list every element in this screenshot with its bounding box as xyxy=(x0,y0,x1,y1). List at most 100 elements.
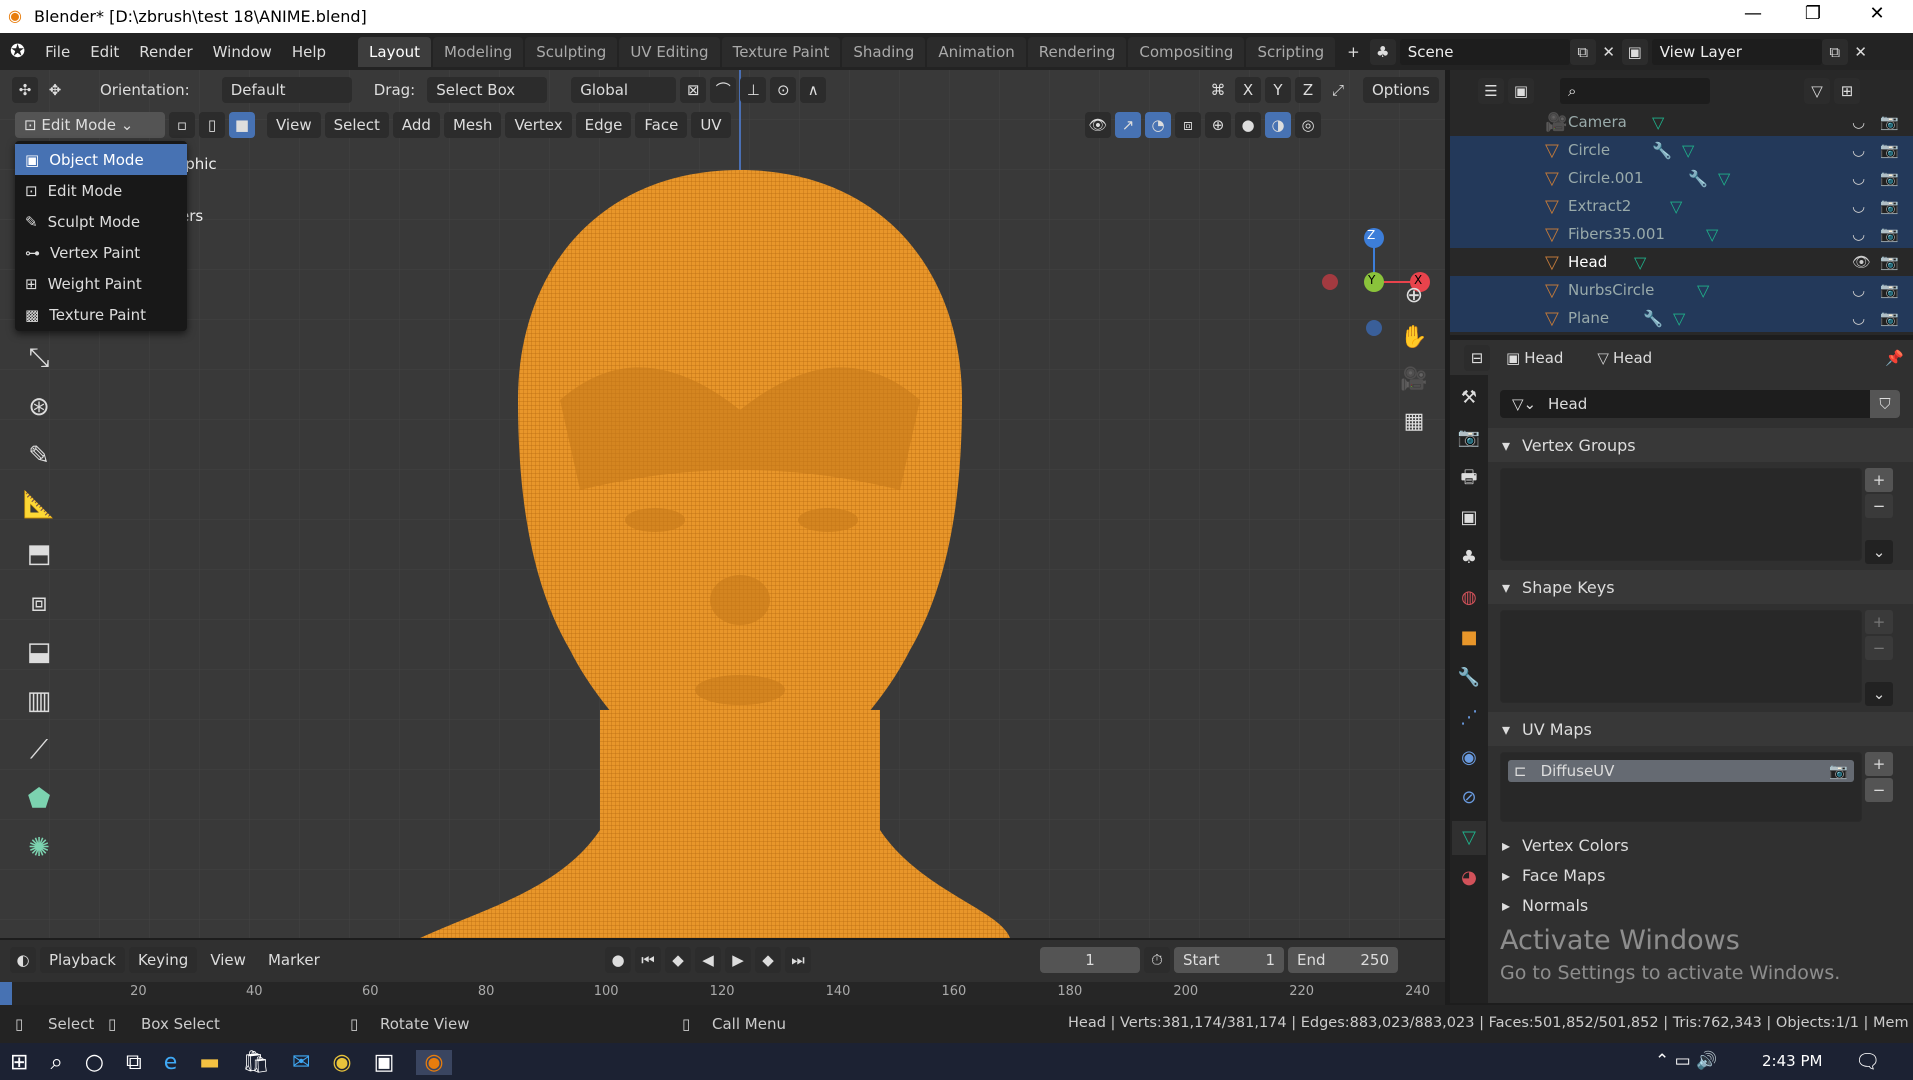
transform-orientation-dropdown[interactable]: Global xyxy=(571,76,677,103)
clock[interactable]: 2:43 PM xyxy=(1762,1052,1822,1070)
uv-map-item[interactable]: ⊏ DiffuseUV 📷 xyxy=(1508,760,1854,782)
ortho-grid-icon[interactable]: ▦ xyxy=(1397,401,1431,443)
hidden-eye-icon[interactable]: ◡ xyxy=(1852,309,1865,327)
auto-merge-icon[interactable]: ⤢ xyxy=(1325,77,1351,103)
world-tab-icon[interactable]: ◍ xyxy=(1452,581,1486,615)
task-view-icon[interactable]: ⧉ xyxy=(126,1050,142,1075)
outliner-row[interactable]: ▽ Circle 🔧 ▽ ◡ 📷 xyxy=(1450,136,1913,164)
3d-viewport[interactable]: Z Y X ⊕ ✋ 🎥 ▦ aphic ead ers xyxy=(0,70,1445,938)
tab-texture-paint[interactable]: Texture Paint xyxy=(721,36,841,67)
mesh-data-icon[interactable]: ▽ xyxy=(1706,225,1718,244)
gizmo-toggle-icon[interactable]: ↗ xyxy=(1115,112,1141,138)
mode-option-sculpt[interactable]: ✎ Sculpt Mode xyxy=(15,206,187,237)
mail-icon[interactable]: ✉ xyxy=(292,1050,310,1075)
render-camera-icon[interactable]: 📷 xyxy=(1880,281,1899,299)
edge-browser-icon[interactable]: e xyxy=(164,1050,178,1075)
prev-keyframe-icon[interactable]: ◆ xyxy=(665,947,691,973)
xray-icon[interactable]: ⧈ xyxy=(1175,112,1201,138)
tool-tab-icon[interactable]: ⚒ xyxy=(1452,381,1486,415)
edge-select-icon[interactable]: ▯ xyxy=(199,112,225,138)
mesh-data-icon[interactable]: ▽ xyxy=(1634,253,1646,272)
windows-start-icon[interactable]: ⊞ xyxy=(10,1050,28,1075)
render-camera-icon[interactable]: 📷 xyxy=(1880,113,1899,131)
add-vertex-group-button[interactable]: + xyxy=(1865,468,1893,492)
overlay-toggle-icon[interactable]: ◔ xyxy=(1145,112,1171,138)
new-view-layer-icon[interactable]: ⧉ xyxy=(1821,38,1848,65)
falloff-icon[interactable]: ∧ xyxy=(800,76,827,103)
wireframe-shading-icon[interactable]: ⊕ xyxy=(1205,112,1231,138)
knife-tool-icon[interactable]: ⟋ xyxy=(18,729,60,771)
menu-playback[interactable]: Playback xyxy=(40,947,125,973)
menu-face[interactable]: Face xyxy=(635,112,688,138)
menu-render[interactable]: Render xyxy=(129,43,202,61)
render-camera-icon[interactable]: 📷 xyxy=(1880,141,1899,159)
menu-marker[interactable]: Marker xyxy=(259,947,329,973)
tab-compositing[interactable]: Compositing xyxy=(1128,36,1245,67)
mirror-x-toggle[interactable]: X xyxy=(1235,76,1261,103)
record-icon[interactable]: ● xyxy=(605,947,631,973)
add-uv-map-button[interactable]: + xyxy=(1865,752,1893,776)
face-select-icon[interactable]: ■ xyxy=(229,112,255,138)
view-layer-tab-icon[interactable]: ▣ xyxy=(1452,501,1486,535)
mesh-data-icon[interactable]: ▽ xyxy=(1697,281,1709,300)
menu-vertex[interactable]: Vertex xyxy=(505,112,572,138)
visibility-icon[interactable]: 👁 xyxy=(1085,112,1111,138)
menu-select[interactable]: Select xyxy=(324,112,389,138)
mode-option-texture-paint[interactable]: ▩ Texture Paint xyxy=(15,299,187,330)
next-keyframe-icon[interactable]: ◆ xyxy=(755,947,781,973)
menu-mesh[interactable]: Mesh xyxy=(443,112,502,138)
mesh-data-icon[interactable]: ▽ xyxy=(1670,197,1682,216)
panel-normals[interactable]: ▸ Normals xyxy=(1488,890,1913,920)
minimize-button[interactable]: — xyxy=(1733,3,1773,24)
notifications-icon[interactable]: 🗨 xyxy=(1855,1049,1880,1073)
maximize-button[interactable]: ❐ xyxy=(1793,3,1833,24)
outliner-row[interactable]: ▽ Fibers35.001 ▽ ◡ 📷 xyxy=(1450,220,1913,248)
menu-add[interactable]: Add xyxy=(392,112,440,138)
options-dropdown[interactable]: Options xyxy=(1363,76,1439,103)
hidden-eye-icon[interactable]: ◡ xyxy=(1852,197,1865,215)
transform-pivot-icon[interactable]: ✣ xyxy=(12,76,38,103)
mesh-browse-icon[interactable]: ▽⌄ xyxy=(1500,395,1548,413)
tab-animation[interactable]: Animation xyxy=(927,36,1026,67)
panel-vertex-colors[interactable]: ▸ Vertex Colors xyxy=(1488,830,1913,860)
mesh-data-field[interactable]: ▽⌄ Head ⛉ xyxy=(1500,390,1900,418)
hidden-eye-icon[interactable]: ◡ xyxy=(1852,169,1865,187)
menu-file[interactable]: File xyxy=(35,43,80,61)
view-layer-filter-icon[interactable]: ▣ xyxy=(1508,78,1534,104)
object-tab-icon[interactable]: ■ xyxy=(1452,621,1486,655)
spin-tool-icon[interactable]: ✺ xyxy=(18,827,60,869)
vertex-group-menu-button[interactable]: ⌄ xyxy=(1865,540,1893,564)
current-frame-field[interactable]: 1 xyxy=(1040,947,1140,973)
add-workspace-icon[interactable]: + xyxy=(1337,43,1370,61)
inset-tool-icon[interactable]: ⧈ xyxy=(18,582,60,624)
menu-view[interactable]: View xyxy=(267,112,321,138)
constraints-tab-icon[interactable]: ⊘ xyxy=(1452,781,1486,815)
tab-modeling[interactable]: Modeling xyxy=(433,36,524,67)
start-frame-field[interactable]: Start 1 xyxy=(1174,947,1284,973)
remove-uv-map-button[interactable]: − xyxy=(1865,778,1893,802)
modifier-icon[interactable]: 🔧 xyxy=(1688,169,1708,188)
store-icon[interactable]: 🛍 xyxy=(242,1050,270,1075)
tab-sculpting[interactable]: Sculpting xyxy=(525,36,618,67)
snap-target-icon[interactable]: ⊥ xyxy=(740,76,767,103)
editor-type-icon[interactable]: ⊟ xyxy=(1464,345,1490,371)
tab-scripting[interactable]: Scripting xyxy=(1246,36,1336,67)
material-shading-icon[interactable]: ◑ xyxy=(1265,112,1291,138)
render-camera-icon[interactable]: 📷 xyxy=(1880,169,1899,187)
mesh-data-icon[interactable]: ▽ xyxy=(1673,309,1685,328)
scene-tab-icon[interactable]: ♣ xyxy=(1452,541,1486,575)
poly-build-tool-icon[interactable]: ⬟ xyxy=(18,778,60,820)
mode-option-object[interactable]: ▣ Object Mode xyxy=(15,144,187,175)
scene-icon[interactable]: ♣ xyxy=(1369,38,1396,65)
outliner-row[interactable]: ▽ Extract2 ▽ ◡ 📷 xyxy=(1450,192,1913,220)
outliner-row[interactable]: ▽ NurbsCircle ▽ ◡ 📷 xyxy=(1450,276,1913,304)
delete-scene-icon[interactable]: ✕ xyxy=(1596,39,1622,65)
render-camera-icon[interactable]: 📷 xyxy=(1880,225,1899,243)
menu-edge[interactable]: Edge xyxy=(575,112,632,138)
vertex-select-icon[interactable]: ▫ xyxy=(169,112,195,138)
close-button[interactable]: ✕ xyxy=(1857,3,1897,24)
view-layer-field[interactable]: View Layer xyxy=(1651,38,1822,65)
app-icon[interactable]: ▣ xyxy=(374,1050,395,1075)
add-shape-key-button[interactable]: + xyxy=(1865,610,1893,634)
tab-shading[interactable]: Shading xyxy=(842,36,926,67)
